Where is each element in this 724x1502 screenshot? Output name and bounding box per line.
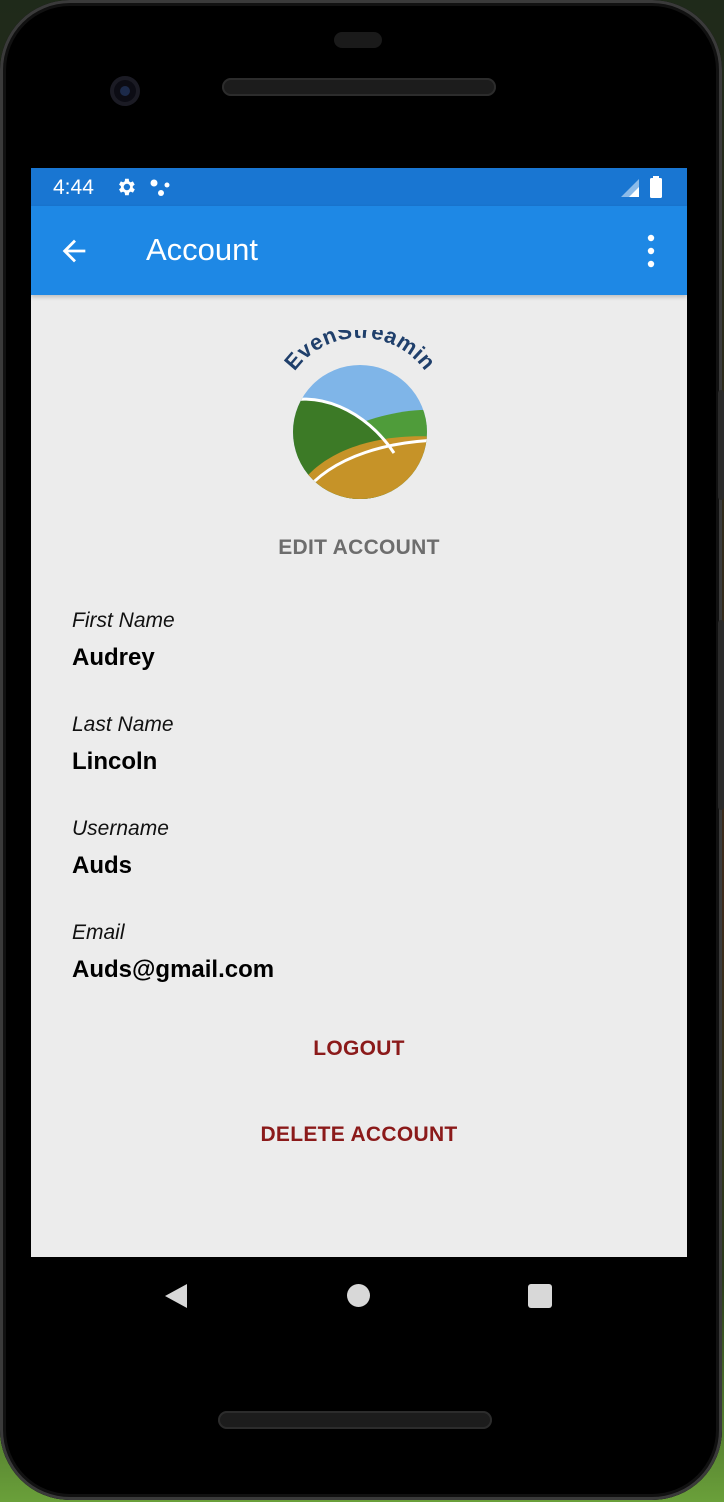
phone-frame: 4:44 Account EvenStreamin EDIT ACCOUNT F… bbox=[0, 0, 724, 1500]
battery-icon bbox=[650, 176, 662, 198]
status-bar: 4:44 bbox=[31, 168, 687, 206]
app-bar: Account bbox=[31, 206, 687, 295]
top-speaker bbox=[222, 78, 496, 96]
status-time: 4:44 bbox=[53, 176, 94, 199]
email-value: Auds@gmail.com bbox=[72, 956, 275, 983]
dots-icon bbox=[150, 179, 170, 196]
first-name-label: First Name bbox=[72, 609, 175, 632]
last-name-value: Lincoln bbox=[72, 748, 158, 775]
evenstreamin-logo: EvenStreamin bbox=[279, 330, 440, 499]
front-camera bbox=[110, 76, 140, 106]
bottom-speaker bbox=[218, 1411, 492, 1429]
logout-button[interactable]: LOGOUT bbox=[31, 1037, 687, 1061]
signal-icon bbox=[621, 179, 639, 197]
delete-account-button[interactable]: DELETE ACCOUNT bbox=[31, 1123, 687, 1147]
power-button bbox=[718, 390, 724, 500]
page-title: Account bbox=[146, 232, 259, 267]
volume-button bbox=[718, 620, 724, 810]
screen: 4:44 Account EvenStreamin EDIT ACCOUNT F… bbox=[31, 168, 687, 1257]
nav-home-icon[interactable] bbox=[347, 1284, 370, 1307]
nav-back-icon[interactable] bbox=[163, 1282, 189, 1310]
edit-account-button[interactable]: EDIT ACCOUNT bbox=[31, 536, 687, 560]
nav-recents-icon[interactable] bbox=[528, 1284, 552, 1308]
arrow-left-icon[interactable] bbox=[57, 234, 91, 268]
last-name-label: Last Name bbox=[72, 713, 174, 736]
more-vert-icon[interactable] bbox=[639, 232, 663, 270]
first-name-value: Audrey bbox=[72, 644, 155, 671]
gear-icon bbox=[119, 178, 135, 196]
email-label: Email bbox=[72, 921, 125, 944]
top-sensor bbox=[334, 32, 382, 48]
username-value: Auds bbox=[72, 852, 132, 879]
username-label: Username bbox=[72, 817, 169, 840]
